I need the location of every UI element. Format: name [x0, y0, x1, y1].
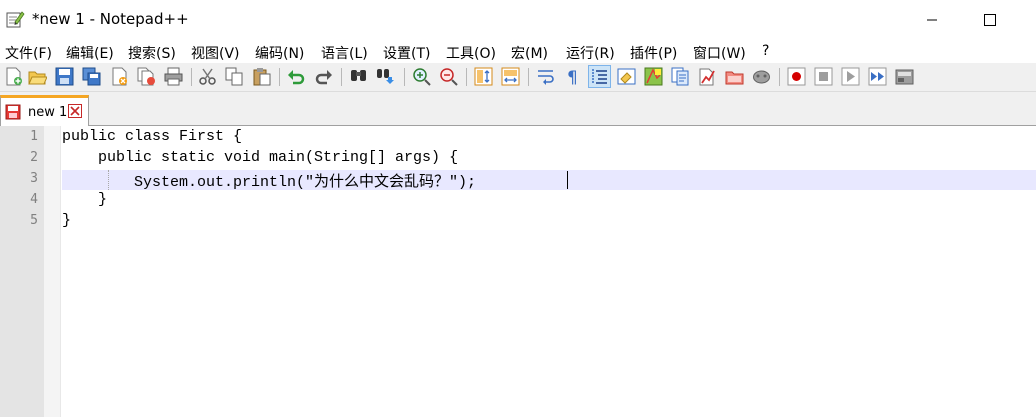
menu-edit[interactable]: 编辑(E)	[66, 43, 114, 63]
zoom-in-icon[interactable]	[412, 67, 431, 86]
toolbar-separator	[404, 68, 405, 86]
toolbar-separator	[779, 68, 780, 86]
tab-close-icon[interactable]	[68, 104, 82, 118]
menu-file[interactable]: 文件(F)	[5, 43, 52, 63]
menu-run[interactable]: 运行(R)	[566, 43, 615, 63]
show-all-characters-icon[interactable]: ¶	[563, 67, 582, 86]
line-number: 4	[30, 192, 38, 207]
fold-margin[interactable]	[44, 126, 61, 417]
start-recording-icon[interactable]	[787, 67, 806, 86]
editor-area[interactable]: 1 2 3 4 5 public class First { public st…	[0, 126, 1036, 417]
code-line-current[interactable]: System.out.println("为什么中文会乱码？");	[62, 170, 476, 191]
window-title: *new 1 - Notepad++	[32, 10, 189, 28]
text-caret	[567, 171, 568, 189]
word-wrap-icon[interactable]	[536, 67, 555, 86]
menu-settings[interactable]: 设置(T)	[383, 43, 430, 63]
svg-text:¶: ¶	[567, 68, 578, 86]
line-number: 2	[30, 150, 38, 165]
monitoring-icon[interactable]	[725, 67, 744, 86]
unsaved-file-icon	[5, 104, 21, 120]
function-list-icon[interactable]	[671, 67, 690, 86]
line-number: 1	[30, 129, 38, 144]
close-file-icon[interactable]	[110, 67, 129, 86]
sync-vertical-scroll-icon[interactable]	[474, 67, 493, 86]
find-icon[interactable]	[349, 67, 368, 86]
save-all-icon[interactable]	[82, 67, 101, 86]
minimize-button[interactable]	[909, 0, 955, 40]
code-line[interactable]: }	[62, 191, 107, 208]
menu-bar: 文件(F) 编辑(E) 搜索(S) 视图(V) 编码(N) 语言(L) 设置(T…	[0, 40, 1036, 62]
tab-new-1[interactable]: new 1	[0, 95, 89, 126]
save-icon[interactable]	[55, 67, 74, 86]
toolbar-separator	[191, 68, 192, 86]
print-icon[interactable]	[164, 67, 183, 86]
toolbar-separator	[466, 68, 467, 86]
menu-help[interactable]: ?	[762, 43, 769, 59]
code-line[interactable]: }	[62, 212, 71, 229]
toolbar-separator	[279, 68, 280, 86]
menu-encoding[interactable]: 编码(N)	[255, 43, 304, 63]
save-macro-icon[interactable]	[895, 67, 914, 86]
stop-recording-icon[interactable]	[814, 67, 833, 86]
menu-macro[interactable]: 宏(M)	[511, 43, 548, 63]
cut-icon[interactable]	[198, 67, 217, 86]
replace-icon[interactable]	[376, 67, 395, 86]
undo-icon[interactable]	[287, 67, 306, 86]
line-number: 3	[30, 171, 38, 186]
toolbar: ¶	[0, 63, 1036, 92]
maximize-button[interactable]	[967, 0, 1013, 40]
user-defined-language-icon[interactable]	[617, 67, 636, 86]
folder-as-workspace-icon[interactable]	[698, 67, 717, 86]
close-all-icon[interactable]	[137, 67, 156, 86]
maximize-icon	[984, 14, 996, 26]
menu-search[interactable]: 搜索(S)	[128, 43, 176, 63]
tab-label: new 1	[28, 105, 68, 120]
menu-window[interactable]: 窗口(W)	[693, 43, 746, 63]
indent-guide-icon[interactable]	[590, 67, 609, 86]
zoom-out-icon[interactable]	[439, 67, 458, 86]
line-number: 5	[30, 213, 38, 228]
copy-icon[interactable]	[225, 67, 244, 86]
document-map-icon[interactable]	[644, 67, 663, 86]
code-line[interactable]: public static void main(String[] args) {	[62, 149, 458, 166]
notepad-plus-plus-app-icon[interactable]	[5, 9, 25, 29]
minimize-icon	[927, 19, 937, 21]
open-file-icon[interactable]	[28, 67, 47, 86]
toolbar-separator	[528, 68, 529, 86]
tab-bar: new 1	[0, 92, 1036, 126]
title-bar: *new 1 - Notepad++	[0, 0, 1036, 40]
redo-icon[interactable]	[314, 67, 333, 86]
playback-icon[interactable]	[841, 67, 860, 86]
menu-language[interactable]: 语言(L)	[321, 43, 368, 63]
sync-horizontal-scroll-icon[interactable]	[501, 67, 520, 86]
run-macro-multiple-icon[interactable]	[868, 67, 887, 86]
new-file-icon[interactable]	[4, 67, 23, 86]
toolbar-separator	[341, 68, 342, 86]
code-line[interactable]: public class First {	[62, 128, 242, 145]
menu-view[interactable]: 视图(V)	[191, 43, 240, 63]
menu-tools[interactable]: 工具(O)	[446, 43, 496, 63]
paste-icon[interactable]	[252, 67, 271, 86]
line-number-gutter: 1 2 3 4 5	[0, 126, 44, 417]
plugin-icon[interactable]	[752, 67, 771, 86]
menu-plugins[interactable]: 插件(P)	[630, 43, 677, 63]
